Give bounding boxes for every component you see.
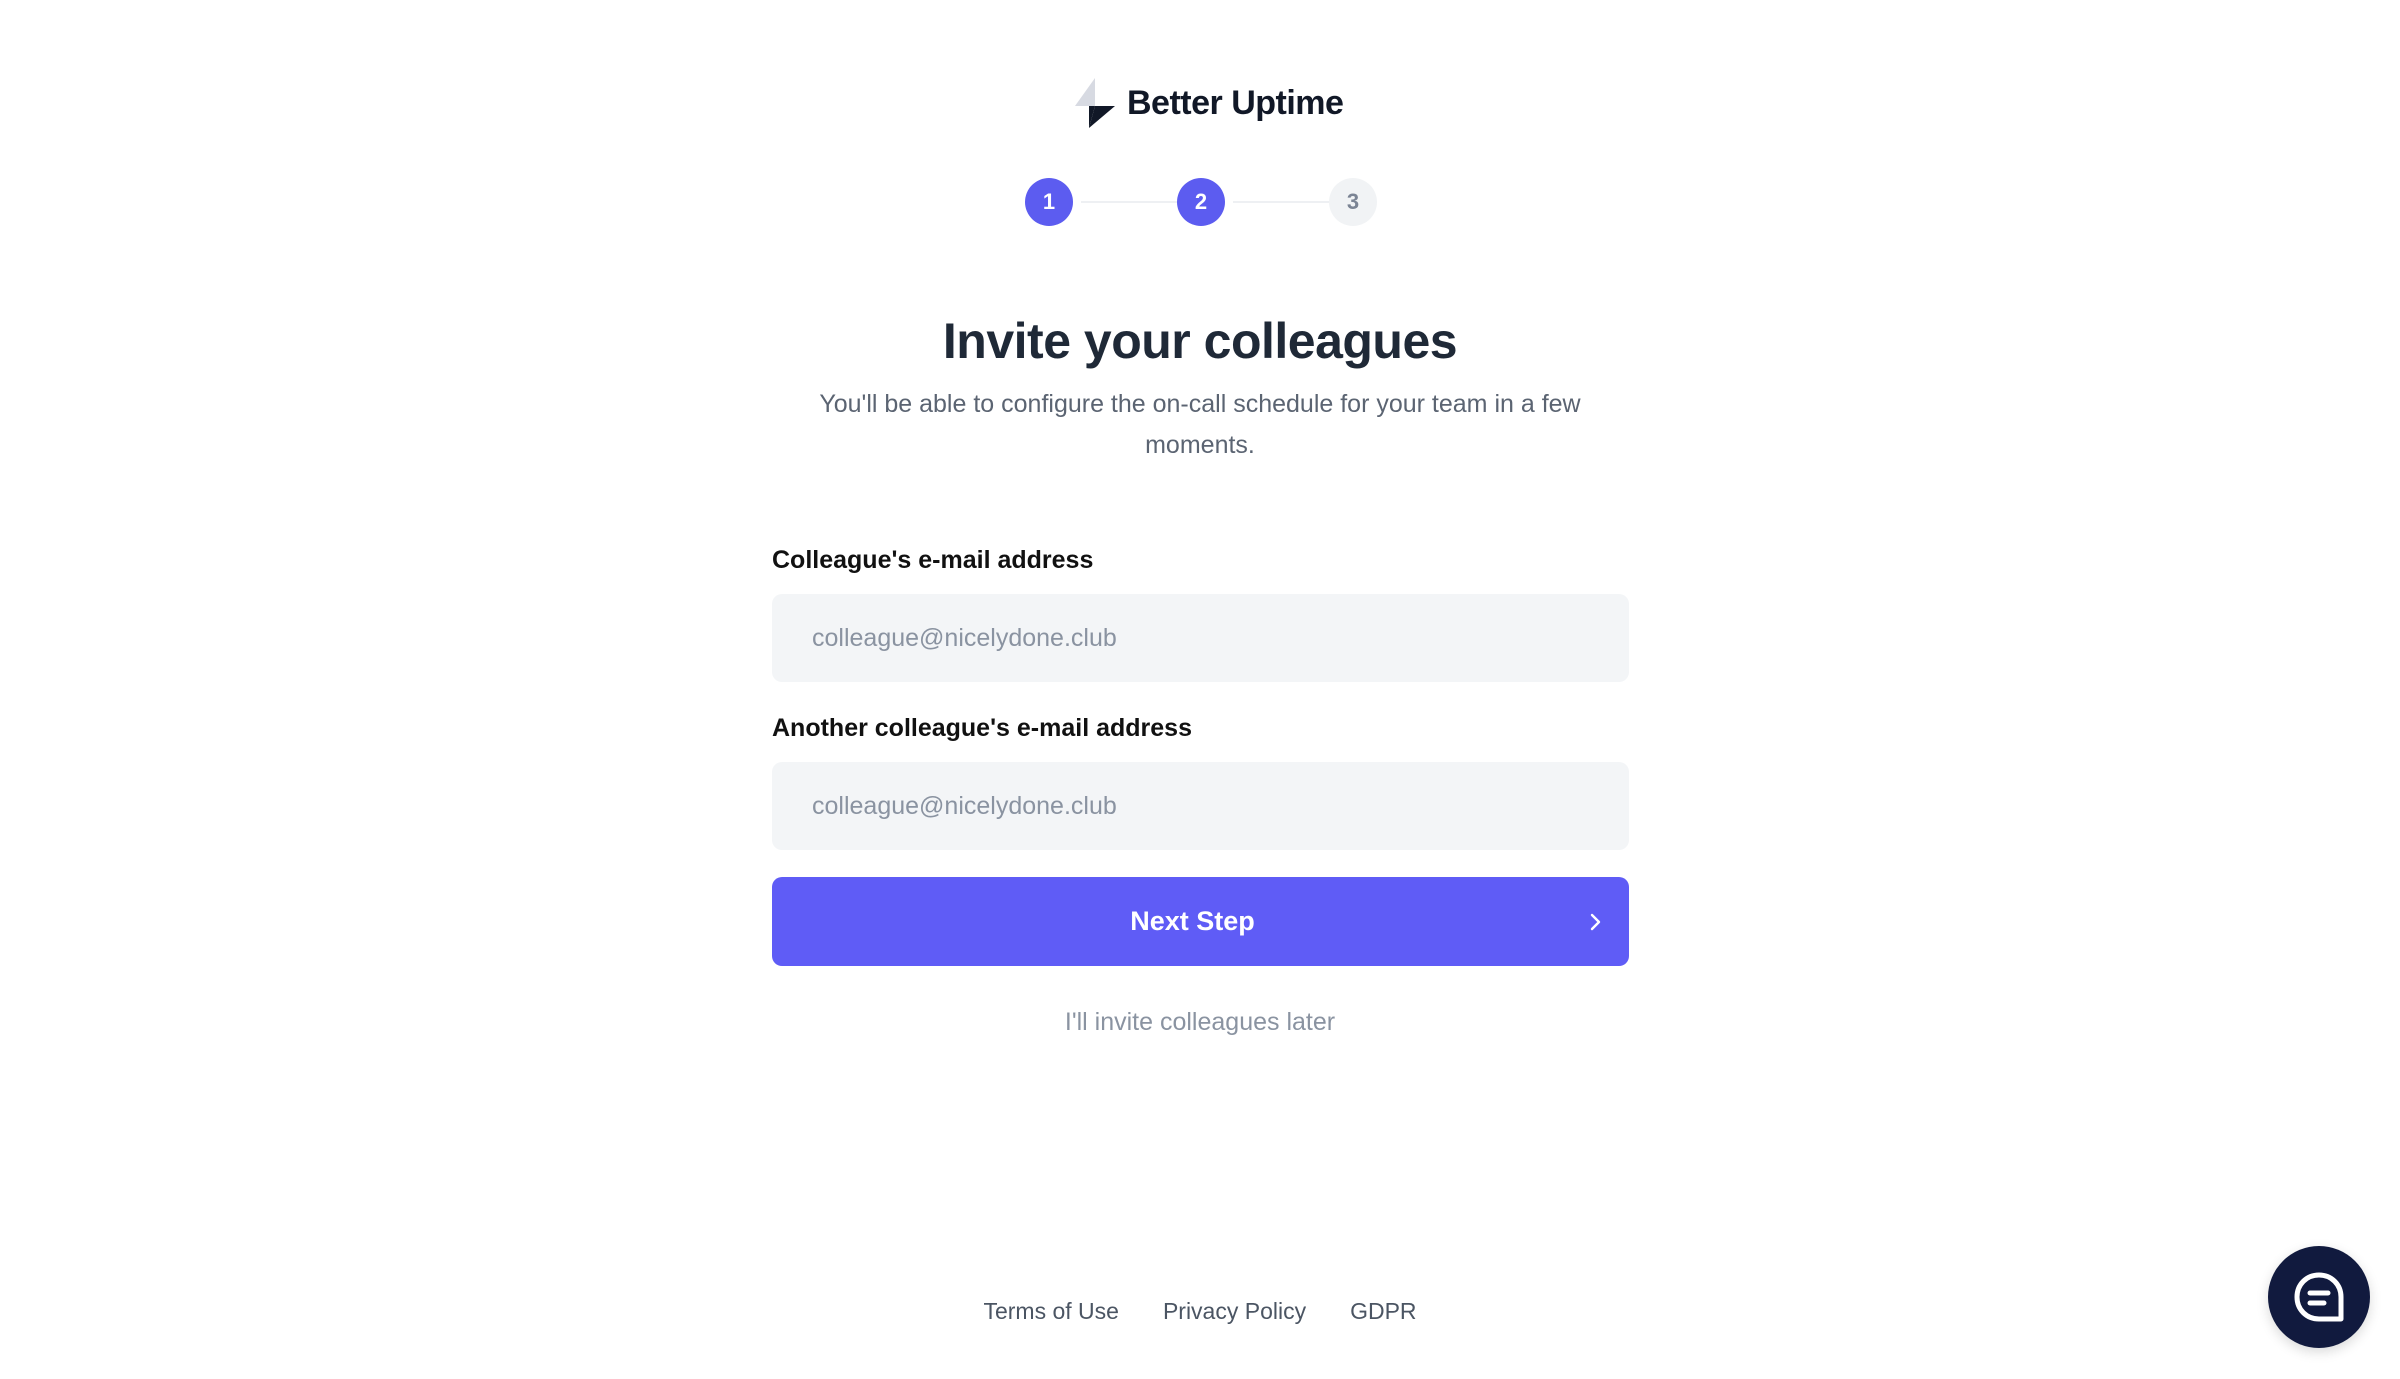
step-1: 1 bbox=[1025, 178, 1073, 226]
footer: Terms of Use Privacy Policy GDPR bbox=[0, 1298, 2400, 1325]
terms-of-use-link[interactable]: Terms of Use bbox=[983, 1298, 1118, 1325]
colleague-email-input[interactable] bbox=[772, 594, 1629, 682]
next-step-button[interactable]: Next Step bbox=[772, 877, 1629, 966]
chevron-right-icon bbox=[1590, 913, 1601, 930]
next-step-label: Next Step bbox=[1130, 906, 1255, 936]
stepper-connector bbox=[1233, 201, 1329, 203]
progress-stepper: 1 2 3 bbox=[1025, 178, 1381, 226]
gdpr-link[interactable]: GDPR bbox=[1350, 1298, 1416, 1325]
email-field-group: Colleague's e-mail address bbox=[772, 540, 1629, 682]
another-colleague-email-input[interactable] bbox=[772, 762, 1629, 850]
step-3: 3 bbox=[1329, 178, 1377, 226]
email-field-label: Another colleague's e-mail address bbox=[772, 714, 1192, 742]
lightning-bolt-icon bbox=[1075, 78, 1115, 128]
email-field-label: Colleague's e-mail address bbox=[772, 546, 1094, 574]
chat-bubble-icon bbox=[2294, 1272, 2344, 1322]
page-title: Invite your colleagues bbox=[942, 313, 1458, 369]
invite-later-link[interactable]: I'll invite colleagues later bbox=[0, 1008, 2400, 1037]
stepper-connector bbox=[1081, 201, 1177, 203]
brand-name: Better Uptime bbox=[1127, 83, 1344, 122]
step-2: 2 bbox=[1177, 178, 1225, 226]
onboarding-page: Better Uptime 1 2 3 Invite your colleagu… bbox=[0, 0, 2400, 1379]
invite-form: Colleague's e-mail address Another colle… bbox=[772, 540, 1629, 966]
page-subtitle: You'll be able to configure the on-call … bbox=[819, 390, 1581, 459]
privacy-policy-link[interactable]: Privacy Policy bbox=[1163, 1298, 1306, 1325]
email-field-group: Another colleague's e-mail address bbox=[772, 708, 1629, 850]
chat-widget-button[interactable] bbox=[2268, 1246, 2370, 1348]
brand-logo[interactable]: Better Uptime bbox=[1073, 76, 1344, 130]
